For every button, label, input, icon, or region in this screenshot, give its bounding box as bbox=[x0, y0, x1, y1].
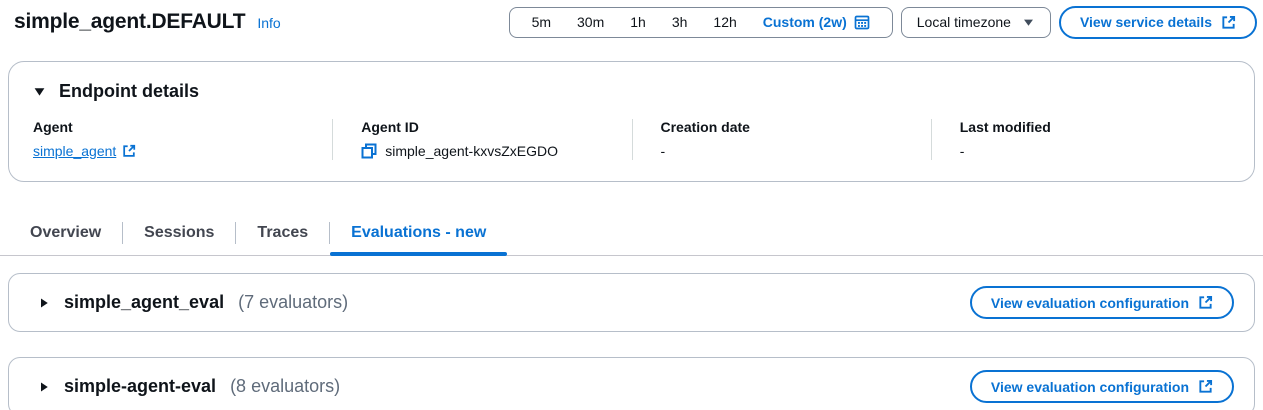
field-last-modified-label: Last modified bbox=[960, 119, 1214, 135]
time-range-option-3h[interactable]: 3h bbox=[659, 14, 701, 30]
tab-overview[interactable]: Overview bbox=[9, 215, 122, 255]
external-link-icon bbox=[1198, 379, 1213, 394]
evaluation-card-1-header: simple_agent_eval (7 evaluators) bbox=[38, 292, 348, 313]
title-group: simple_agent.DEFAULT Info bbox=[14, 10, 281, 34]
last-modified-value: - bbox=[960, 142, 1214, 160]
agent-link[interactable]: simple_agent bbox=[33, 143, 136, 159]
expand-expander-icon[interactable] bbox=[38, 297, 50, 309]
field-agent-id: Agent ID simple_agent-kxvsZxEGDO bbox=[332, 119, 631, 160]
field-last-modified: Last modified - bbox=[931, 119, 1230, 160]
time-range-option-30m[interactable]: 30m bbox=[564, 14, 617, 30]
view-service-details-button[interactable]: View service details bbox=[1059, 6, 1257, 39]
tab-sessions[interactable]: Sessions bbox=[123, 215, 235, 255]
endpoint-details-card: Endpoint details Agent simple_agent Agen… bbox=[8, 61, 1255, 182]
time-range-selector: 5m 30m 1h 3h 12h Custom (2w) bbox=[509, 7, 893, 38]
field-agent: Agent simple_agent bbox=[33, 119, 332, 160]
timezone-label: Local timezone bbox=[917, 14, 1011, 30]
evaluator-count: (8 evaluators) bbox=[230, 376, 340, 397]
creation-date-value: - bbox=[661, 142, 915, 160]
evaluation-name: simple-agent-eval bbox=[64, 376, 216, 397]
top-bar: simple_agent.DEFAULT Info 5m 30m 1h 3h 1… bbox=[0, 0, 1263, 40]
external-link-icon bbox=[122, 144, 136, 158]
custom-range-label: Custom (2w) bbox=[763, 14, 847, 30]
external-link-icon bbox=[1198, 295, 1213, 310]
endpoint-details-header: Endpoint details bbox=[33, 81, 1230, 102]
expand-expander-icon[interactable] bbox=[38, 381, 50, 393]
time-range-option-1h[interactable]: 1h bbox=[617, 14, 659, 30]
view-evaluation-configuration-button[interactable]: View evaluation configuration bbox=[970, 286, 1234, 319]
endpoint-details-heading: Endpoint details bbox=[59, 81, 199, 102]
view-evaluation-configuration-button[interactable]: View evaluation configuration bbox=[970, 370, 1234, 403]
evaluator-count: (7 evaluators) bbox=[238, 292, 348, 313]
field-creation-date: Creation date - bbox=[632, 119, 931, 160]
toolbar-controls: 5m 30m 1h 3h 12h Custom (2w) bbox=[509, 6, 1257, 39]
tab-traces[interactable]: Traces bbox=[236, 215, 329, 255]
external-link-icon bbox=[1221, 15, 1236, 30]
evaluation-card-2: simple-agent-eval (8 evaluators) View ev… bbox=[8, 357, 1255, 410]
evaluation-name: simple_agent_eval bbox=[64, 292, 224, 313]
calendar-icon[interactable] bbox=[854, 14, 870, 30]
field-agent-id-label: Agent ID bbox=[361, 119, 615, 135]
time-range-option-5m[interactable]: 5m bbox=[519, 14, 564, 30]
agent-id-value: simple_agent-kxvsZxEGDO bbox=[385, 143, 558, 159]
collapse-expander-icon[interactable] bbox=[33, 85, 46, 98]
field-agent-label: Agent bbox=[33, 119, 316, 135]
copy-icon[interactable] bbox=[361, 143, 377, 159]
page-title: simple_agent.DEFAULT bbox=[14, 10, 245, 34]
tabs-bar: Overview Sessions Traces Evaluations - n… bbox=[0, 215, 1263, 256]
field-creation-date-label: Creation date bbox=[661, 119, 915, 135]
endpoint-details-fields: Agent simple_agent Agent ID bbox=[33, 119, 1230, 160]
time-range-option-12h[interactable]: 12h bbox=[700, 14, 749, 30]
evaluation-card-1: simple_agent_eval (7 evaluators) View ev… bbox=[8, 273, 1255, 332]
evaluation-card-2-header: simple-agent-eval (8 evaluators) bbox=[38, 376, 340, 397]
chevron-down-icon bbox=[1022, 16, 1035, 29]
time-range-option-custom[interactable]: Custom (2w) bbox=[750, 14, 883, 30]
info-link[interactable]: Info bbox=[257, 15, 280, 31]
view-service-details-label: View service details bbox=[1080, 14, 1212, 30]
timezone-dropdown[interactable]: Local timezone bbox=[901, 7, 1051, 38]
tab-evaluations[interactable]: Evaluations - new bbox=[330, 215, 507, 255]
